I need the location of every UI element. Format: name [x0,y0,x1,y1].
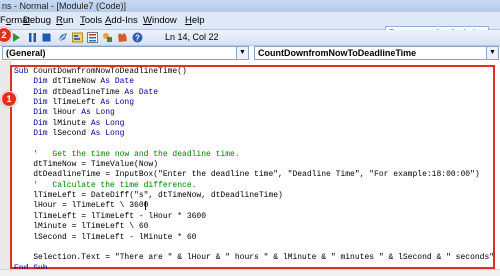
code-keyword: Dim [14,98,53,108]
code-text: dtTimeNow [52,77,101,87]
code-line[interactable]: ' Get the time now and the deadline time… [14,150,494,160]
project-explorer-button[interactable] [71,31,84,44]
code-line[interactable]: lSecond = lTimeLeft - lMinute * 60 [14,233,494,243]
code-line[interactable]: lTimeLeft = DateDiff("s", dtTimeNow, dtD… [14,191,494,201]
menu-item-tools[interactable]: Tools [80,14,102,27]
code-keyword: Dim [14,77,53,87]
code-text: Selection.Text = "There are " & lHour & … [14,253,494,263]
toolbox-icon [118,33,127,42]
code-text: lMinute [52,118,91,128]
code-line[interactable]: Dim dtTimeNow As Date [14,77,494,87]
code-keyword: As Date [100,77,135,87]
code-keyword: Sub [14,67,34,76]
badge-code: 1 [1,91,17,107]
code-line[interactable]: dtDeadlineTime = InputBox("Enter the dea… [14,170,494,180]
code-text: lTimeLeft = lTimeLeft - lHour * 3600 [14,211,207,221]
code-keyword: As Long [90,129,125,139]
menu-item-addins[interactable]: Add-Ins [105,14,138,27]
toolbox-button[interactable] [116,31,129,44]
code-text: lHour = lTimeLeft \ 3600 [14,201,149,211]
code-comment: ' Calculate the time difference. [14,180,197,190]
code-comment: ' Get the time now and the deadline time… [14,149,240,159]
code-line[interactable]: lHour = lTimeLeft \ 3600 [14,201,494,211]
code-text: dtTimeNow = TimeValue(Now) [14,160,159,170]
menu-bar: Type a question for help ▾ FormatDebugRu… [0,12,500,39]
menu-item-help[interactable]: Help [185,14,205,27]
window-title: ns - Normal - [Module7 (Code)] [2,1,127,11]
code-keyword: Dim [14,87,53,97]
menu-item-run[interactable]: Run [56,14,73,27]
code-line[interactable]: ' Calculate the time difference. [14,181,494,191]
text-caret [145,201,146,210]
code-keyword: Dim [14,118,53,128]
code-text: lMinute = lTimeLeft \ 60 [14,222,149,232]
run-button[interactable] [10,31,23,44]
code-text: dtDeadlineTime = InputBox("Enter the dea… [14,170,480,180]
code-line[interactable]: Selection.Text = "There are " & lHour & … [14,253,494,263]
code-text: dtDeadlineTime [52,87,125,97]
project-explorer-icon [72,32,83,43]
code-text: lTimeLeft [52,98,101,108]
code-line[interactable]: Dim dtDeadlineTime As Date [14,88,494,98]
code-line[interactable]: Sub CountDownfromNowToDeadlineTime() [14,67,494,77]
code-keyword: Dim [14,108,53,118]
object-browser-icon [103,33,112,42]
properties-icon [87,32,98,43]
code-line[interactable]: Dim lMinute As Long [14,119,494,129]
code-line[interactable]: Dim lHour As Long [14,108,494,118]
object-dropdown[interactable]: (General) ▼ [2,46,249,60]
object-dropdown-value: (General) [6,48,46,58]
procedure-dropdown[interactable]: CountDownfromNowToDeadlineTime ▼ [254,46,499,60]
design-mode-button[interactable] [56,31,69,44]
code-line[interactable]: Dim lSecond As Long [14,129,494,139]
pause-icon [29,33,36,42]
code-line[interactable]: Dim lTimeLeft As Long [14,98,494,108]
code-line[interactable] [14,243,494,253]
horizontal-scrollbar[interactable] [0,269,500,276]
chevron-down-icon: ▼ [486,47,498,59]
code-keyword: As Long [81,108,115,118]
code-text: lSecond = lTimeLeft - lMinute * 60 [14,232,197,242]
reset-icon [42,33,51,42]
code-keyword: As Long [90,118,125,128]
code-line[interactable]: dtTimeNow = TimeValue(Now) [14,160,494,170]
help-icon: ? [132,32,143,43]
title-bar: ns - Normal - [Module7 (Code)] [0,0,500,12]
code-text: CountDownfromNowToDeadlineTime() [33,67,187,76]
menu-item-window[interactable]: Window [143,14,177,27]
code-line[interactable] [14,139,494,149]
menu-item-debug[interactable]: Debug [23,14,51,27]
design-mode-icon [57,33,67,43]
code-line[interactable]: lMinute = lTimeLeft \ 60 [14,222,494,232]
procedure-dropdown-value: CountDownfromNowToDeadlineTime [258,48,417,58]
help-button[interactable]: ? [131,31,144,44]
toolbar: ? Ln 14, Col 22 [0,30,500,46]
properties-button[interactable] [86,31,99,44]
run-icon [13,33,20,42]
code-keyword: As Long [100,98,135,108]
code-line[interactable]: lTimeLeft = lTimeLeft - lHour * 3600 [14,212,494,222]
code-editor[interactable]: Sub CountDownfromNowToDeadlineTime() Dim… [0,61,500,276]
chevron-down-icon: ▼ [236,47,248,59]
code-lines[interactable]: Sub CountDownfromNowToDeadlineTime() Dim… [14,67,494,274]
cursor-position: Ln 14, Col 22 [165,32,219,42]
pause-button[interactable] [26,31,39,44]
code-keyword: As Date [124,87,159,97]
reset-button[interactable] [40,31,53,44]
svg-text:?: ? [135,34,140,43]
code-text: lHour [52,108,82,118]
code-keyword: Dim [14,129,53,139]
code-text: lSecond [52,129,91,139]
code-text: lTimeLeft = DateDiff("s", dtTimeNow, dtD… [14,191,283,201]
object-browser-button[interactable] [101,31,114,44]
